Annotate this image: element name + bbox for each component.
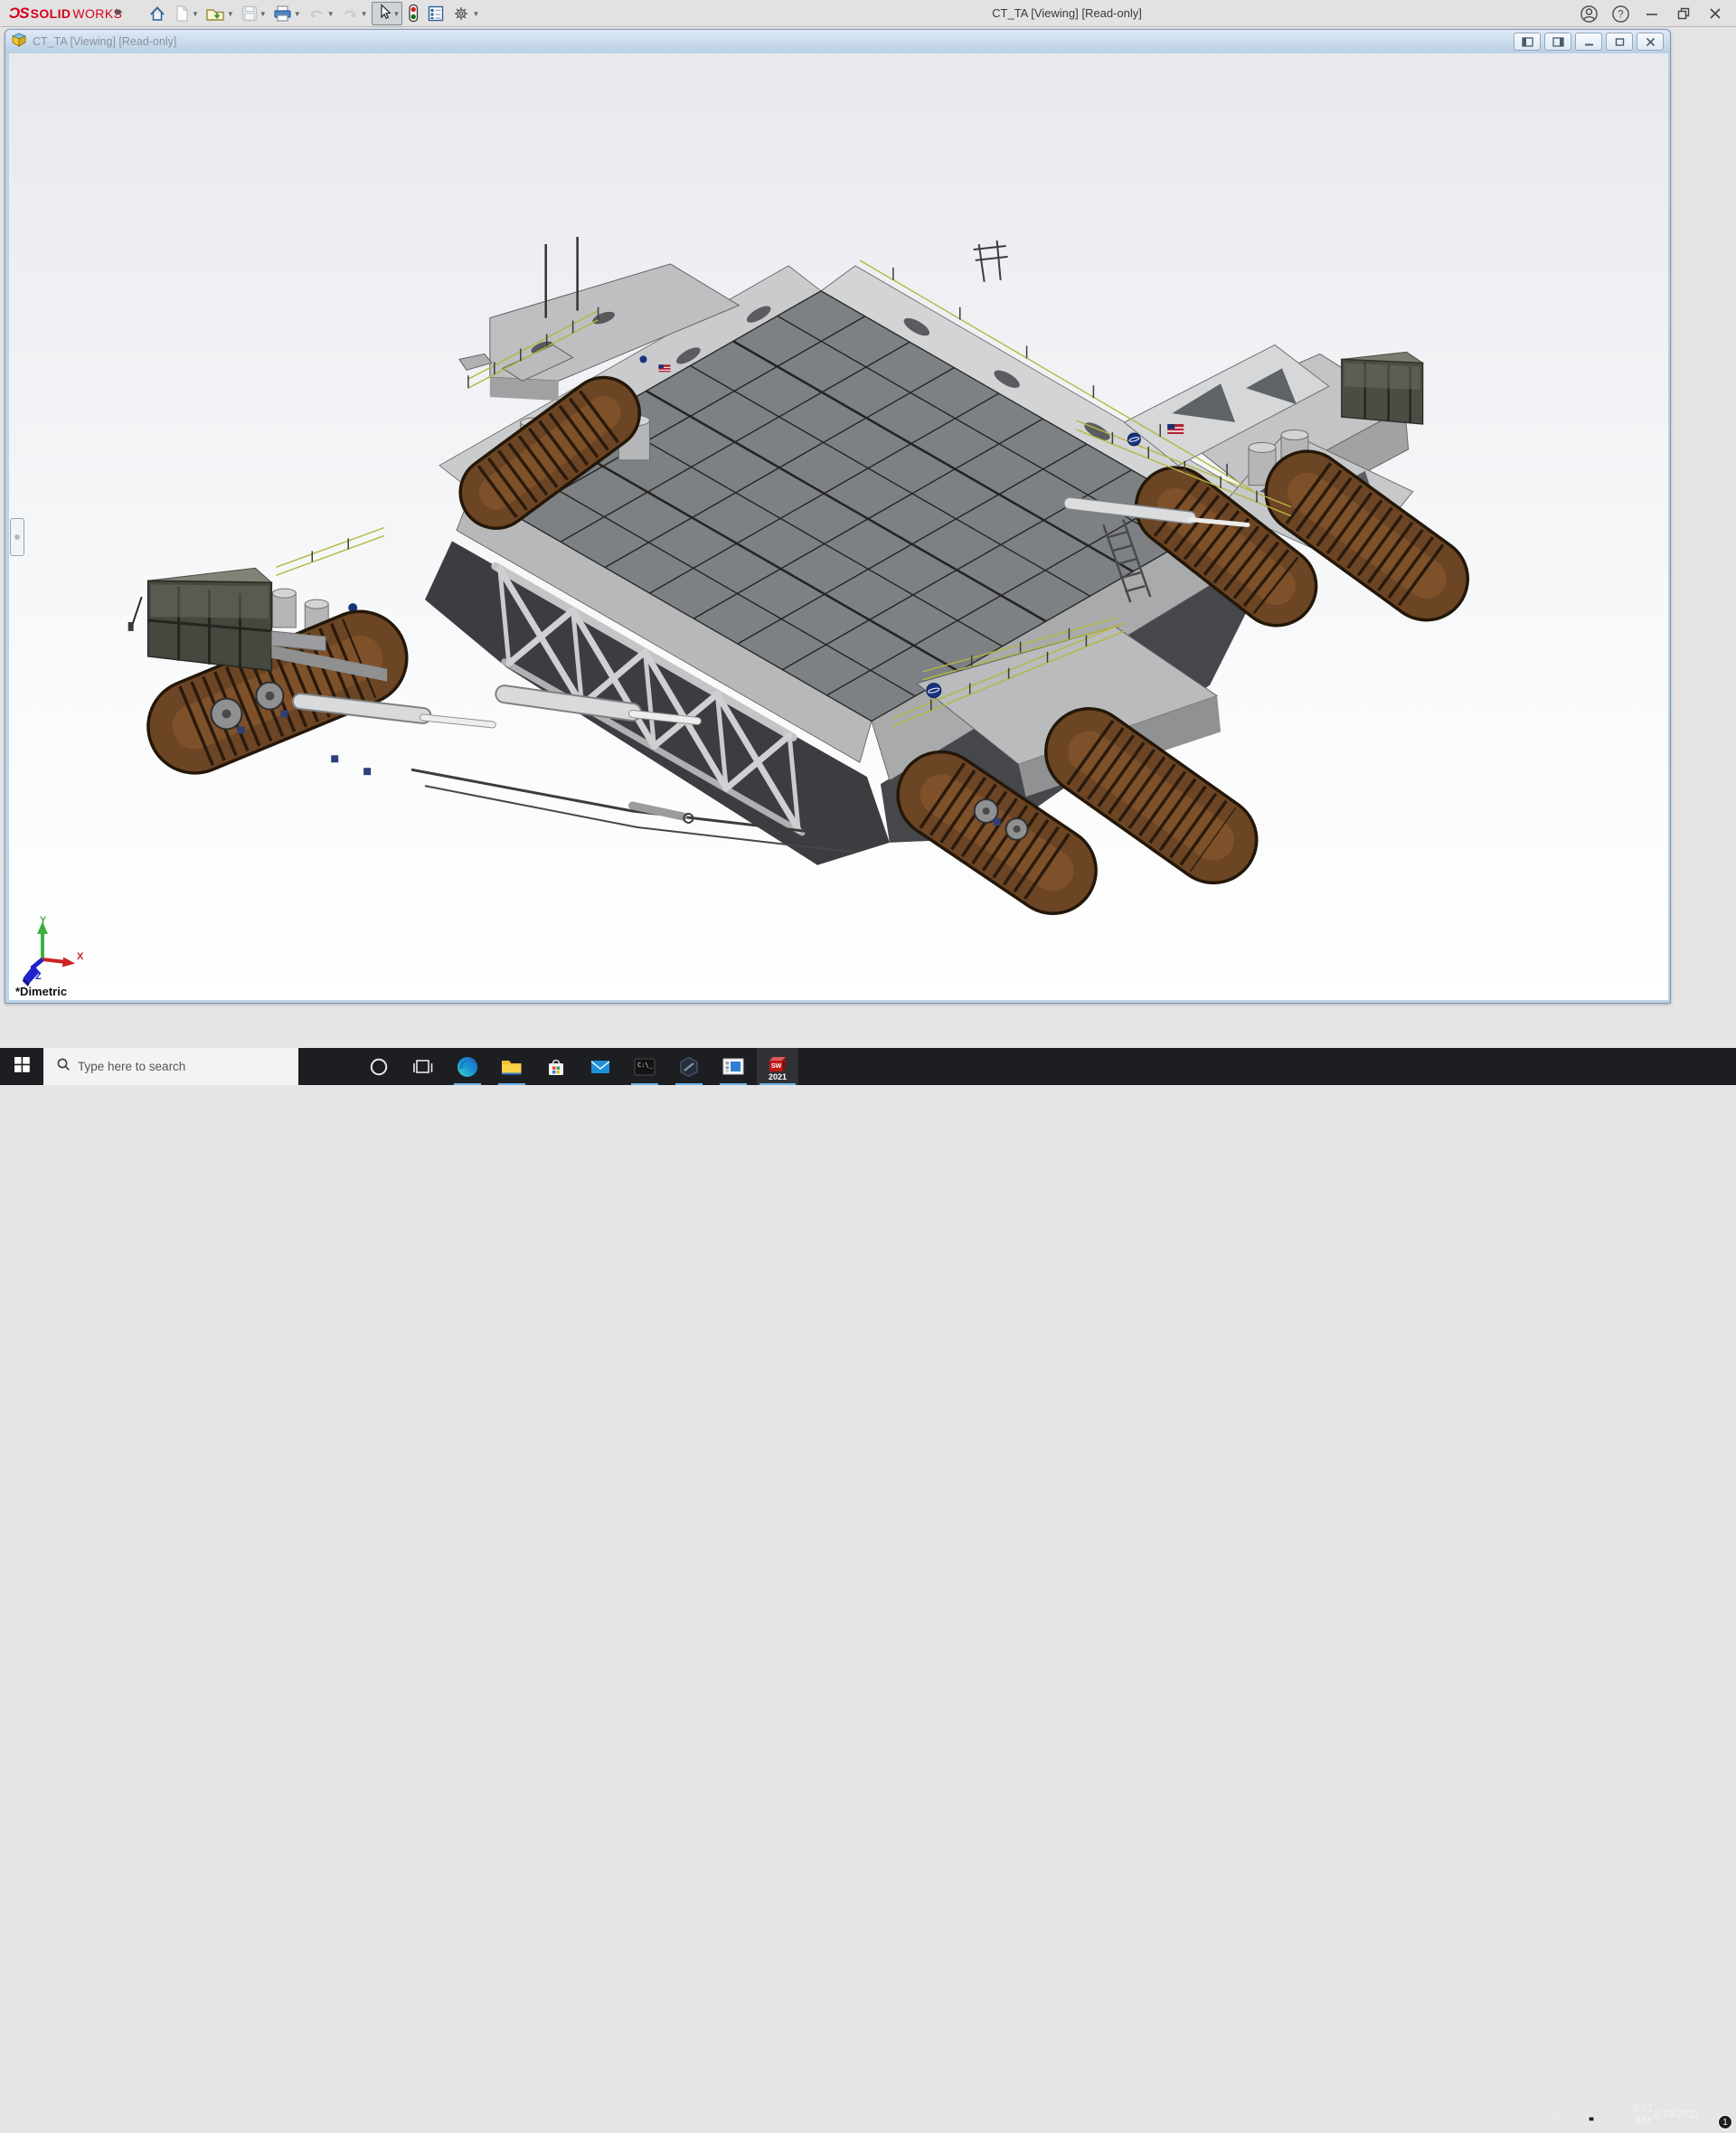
dropdown-arrow-icon[interactable]: ▼: [327, 10, 335, 18]
taskbar-app-solidworks[interactable]: SW 2021: [757, 1048, 798, 1085]
svg-text:SW: SW: [771, 1063, 782, 1070]
taskbar-app-task-view[interactable]: [402, 1048, 444, 1085]
display-pane-button[interactable]: [423, 1, 448, 26]
redo-button[interactable]: ▼: [337, 1, 371, 26]
select-tool-button[interactable]: ▼: [372, 2, 403, 25]
document-titlebar[interactable]: CT_TA [Viewing] [Read-only]: [5, 30, 1670, 53]
pane-left-button[interactable]: [1514, 33, 1541, 51]
cmd-prompt-text: C:\_: [637, 1062, 654, 1069]
select-cursor-icon: [374, 2, 392, 26]
doc-minimize-button[interactable]: [1575, 33, 1602, 51]
search-icon: [56, 1057, 71, 1076]
view-orientation-label: *Dimetric: [15, 985, 67, 998]
undo-icon: [307, 4, 326, 24]
save-button[interactable]: ▼: [237, 1, 269, 26]
taskbar-app-store[interactable]: [535, 1048, 577, 1085]
triad-x-label: X: [77, 951, 84, 962]
taskbar-app-mail[interactable]: [580, 1048, 621, 1085]
dropdown-arrow-icon[interactable]: ▼: [361, 10, 368, 18]
clock-time: 9:21 AM: [1633, 2102, 1653, 2128]
document-window: CT_TA [Viewing] [Read-only]: [5, 29, 1671, 1004]
display-pane-icon: [426, 4, 446, 24]
new-document-icon: [173, 4, 191, 24]
taskbar-app-command-prompt[interactable]: C:\_: [624, 1048, 665, 1085]
action-center-button[interactable]: 1: [1696, 2096, 1736, 2133]
taskbar-app-window[interactable]: [712, 1048, 754, 1085]
triad-z-label: Z: [35, 971, 42, 982]
minimize-button[interactable]: [1640, 2, 1664, 25]
new-document-button[interactable]: ▼: [170, 1, 202, 26]
close-button[interactable]: [1703, 2, 1727, 25]
print-icon: [272, 4, 293, 24]
svg-text:?: ?: [1618, 9, 1623, 20]
undo-button[interactable]: ▼: [304, 1, 337, 26]
app-window-title: CT_TA [Viewing] [Read-only]: [992, 6, 1142, 20]
panel-splitter-handle[interactable]: [10, 518, 24, 556]
options-button[interactable]: ▼: [448, 1, 482, 26]
hidden-icons-chevron[interactable]: [1503, 2096, 1533, 2133]
notification-badge: 1: [1718, 2115, 1732, 2129]
taskbar-app-file-explorer[interactable]: [491, 1048, 533, 1085]
volume-muted-icon[interactable]: [1602, 2096, 1637, 2133]
network-icon[interactable]: [1568, 2096, 1602, 2133]
assembly-cube-icon: [12, 33, 27, 52]
home-button[interactable]: [145, 1, 170, 26]
search-input[interactable]: [78, 1060, 277, 1073]
start-button[interactable]: [0, 1048, 43, 1085]
taskbar-app-edge[interactable]: [447, 1048, 488, 1085]
clock-date: 2/19/2021: [1654, 2109, 1700, 2121]
help-button[interactable]: ?: [1609, 2, 1632, 25]
open-folder-icon: [204, 4, 226, 24]
taskbar-app-hexagon[interactable]: [668, 1048, 710, 1085]
performance-evaluation-button[interactable]: [403, 1, 423, 26]
windows-taskbar: C:\_ SW2021 9:21 AM 2/19/2021 1: [0, 1048, 1736, 1085]
home-icon: [147, 4, 167, 24]
pane-right-button[interactable]: [1544, 33, 1571, 51]
app-background: CT_TA [Viewing] [Read-only]: [0, 28, 1736, 1048]
meet-now-icon[interactable]: [1533, 2096, 1568, 2133]
gear-icon: [451, 4, 471, 24]
dropdown-arrow-icon[interactable]: ▼: [227, 10, 234, 18]
solidworks-logo: ϽS SOLIDWORKS: [9, 0, 122, 27]
taskbar-app-cortana[interactable]: [358, 1048, 400, 1085]
save-icon: [240, 4, 259, 24]
crawler-transporter-model: [9, 53, 1668, 1000]
open-button[interactable]: ▼: [202, 1, 237, 26]
account-button[interactable]: [1577, 2, 1600, 25]
dropdown-arrow-icon[interactable]: ▼: [192, 10, 199, 18]
quick-access-toolbar: ▼ ▼ ▼ ▼ ▼ ▼ ▼ ▼: [145, 0, 482, 27]
dropdown-arrow-icon[interactable]: ▼: [472, 10, 479, 18]
windows-logo-icon: [14, 1057, 30, 1077]
triad-y-label: Y: [40, 915, 47, 926]
solidworks-year-badge: 2021: [769, 1072, 787, 1081]
dropdown-arrow-icon[interactable]: ▼: [393, 10, 401, 18]
graphics-viewport[interactable]: Y X Z *Dimetric: [9, 53, 1668, 1000]
dropdown-arrow-icon[interactable]: ▼: [259, 10, 267, 18]
taskbar-clock[interactable]: 9:21 AM 2/19/2021: [1637, 2096, 1696, 2133]
restore-button[interactable]: [1672, 2, 1695, 25]
traffic-light-icon: [406, 3, 420, 24]
menu-flyout-arrow-icon[interactable]: ▶: [116, 7, 123, 17]
dropdown-arrow-icon[interactable]: ▼: [294, 10, 301, 18]
solidworks-logo-mark: ϽS: [9, 5, 29, 23]
doc-restore-button[interactable]: [1606, 33, 1633, 51]
document-title: CT_TA [Viewing] [Read-only]: [33, 35, 176, 48]
redo-icon: [340, 4, 360, 24]
app-titlebar: ϽS SOLIDWORKS ▶ ▼ ▼ ▼ ▼ ▼ ▼ ▼: [0, 0, 1736, 27]
print-button[interactable]: ▼: [269, 1, 304, 26]
taskbar-search[interactable]: [43, 1048, 298, 1085]
doc-close-button[interactable]: [1637, 33, 1664, 51]
